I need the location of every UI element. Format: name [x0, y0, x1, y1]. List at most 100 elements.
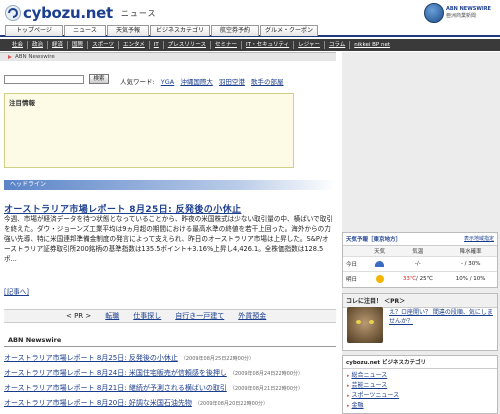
region-select-link[interactable]: 表示地域指定 — [464, 235, 494, 243]
pr-label: < PR > — [66, 312, 92, 320]
article-body: 今週、市場が経済データを待つ状態となっていることから、昨夜の米国株式は少ない取引… — [4, 215, 333, 263]
list-item: 芸能ニュース — [347, 381, 493, 391]
business-category-box: cybozu.net ビジネスカテゴリ 総合ニュース 芸能ニュース スポーツニュ… — [342, 355, 498, 414]
popular-keywords: 人気ワード: YGA 沖縄国際大 羽田空港 歌手の部屋 — [120, 76, 283, 86]
rain-icon — [375, 260, 385, 267]
category-box-title: cybozu.net ビジネスカテゴリ — [343, 356, 497, 369]
nav-international[interactable]: 国際 — [68, 41, 89, 49]
related-link-job-search[interactable]: 仕事探し — [133, 311, 161, 321]
news-link[interactable]: オーストラリア市場レポート 8月20日: 好調な米国石油先物 — [4, 399, 192, 407]
keyword-link-3[interactable]: 羽田空港 — [219, 78, 245, 86]
search-input[interactable] — [4, 74, 84, 84]
breadcrumb: ABN Newswire — [0, 52, 336, 61]
category-nav: 社会 政治 経済 国際 スポーツ エンタメ IT プレスリリース セミナー IT… — [0, 39, 500, 51]
news-link[interactable]: オーストラリア市場レポート 8月24日: 米国住宅販売が信頼感を後押し — [4, 369, 227, 377]
badge-line-1: ABN NEWSWIRE — [446, 6, 491, 12]
tab-air-tickets[interactable]: 航空券予約 — [211, 25, 259, 36]
weather-col-rain: 降水確率 — [444, 245, 497, 257]
pr-box: コレに注目！ ＜PR＞ え？ロ座開い？ 間違の段順、気にしませんか？ — [342, 293, 498, 351]
search-button[interactable]: 検索 — [89, 74, 109, 84]
nav-it[interactable]: IT — [150, 41, 164, 49]
weather-col-day — [343, 245, 368, 257]
headline-bar: ヘッドライン — [4, 180, 336, 190]
weather-row-today: 今日 -/- - / 30% — [343, 256, 497, 272]
category-list: 総合ニュース 芸能ニュース スポーツニュース 金融 — [343, 369, 497, 413]
tab-weather[interactable]: 天気予報 — [107, 25, 149, 36]
site-logo[interactable]: cybozu.net ニュース — [5, 2, 165, 24]
weather-header: 天気予報［東京地方］ 表示地域指定 — [343, 233, 497, 245]
nav-sports[interactable]: スポーツ — [88, 41, 119, 49]
logo-text: cybozu.net — [23, 4, 113, 22]
badge-text: ABN NEWSWIRE 亜洲商業新聞 — [446, 6, 491, 20]
weather-temp: -/- — [391, 256, 445, 272]
globe-icon — [424, 3, 444, 23]
nav-society[interactable]: 社会 — [8, 41, 29, 49]
nav-economy[interactable]: 経済 — [48, 41, 69, 49]
weather-day: 明日 — [343, 271, 368, 286]
abn-newswire-badge[interactable]: ABN NEWSWIRE 亜洲商業新聞 — [424, 2, 498, 24]
list-item: オーストラリア市場レポート 8月21日: 継続が予測される横ばいの取引 （2009… — [4, 383, 336, 398]
temp-low: / 25℃ — [416, 276, 433, 282]
nav-leisure[interactable]: レジャー — [294, 41, 325, 49]
tab-gourmet-coupon[interactable]: グルメ・クーポン — [260, 25, 318, 36]
list-item: オーストラリア市場レポート 8月25日: 反発後の小休止 （2009年08月25日… — [4, 353, 336, 368]
temp-low: -/- — [414, 261, 421, 267]
weather-row-tomorrow: 明日 33℃/ 25℃ 10% / 10% — [343, 271, 497, 286]
cat-eye-icon — [369, 320, 374, 324]
tab-news[interactable]: ニュース — [64, 25, 106, 36]
related-link-job-change[interactable]: 転職 — [105, 311, 119, 321]
list-item: オーストラリア市場レポート 8月24日: 米国住宅販売が信頼感を後押し （2009… — [4, 368, 336, 383]
weather-col-weather: 天気 — [367, 245, 392, 257]
category-link[interactable]: 金融 — [352, 402, 364, 409]
weather-icon-cell — [367, 271, 392, 286]
breadcrumb-label[interactable]: ABN Newswire — [15, 54, 55, 60]
tab-top[interactable]: トップページ — [5, 25, 63, 36]
weather-rain: - / 30% — [444, 256, 497, 272]
list-item: 金融 — [347, 401, 493, 411]
section-name: ニュース — [120, 8, 157, 18]
pr-box-link[interactable]: え？ロ座開い？ 間違の段順、気にしませんか？ — [389, 308, 495, 326]
list-item: オーストラリア市場レポート 8月20日: 好調な米国石油先物 （2009年08月2… — [4, 398, 336, 413]
weather-icon-cell — [367, 256, 392, 272]
popular-label: 人気ワード: — [120, 78, 155, 86]
logo-icon — [5, 5, 21, 21]
nav-it-security[interactable]: IT・セキュリティ — [242, 41, 295, 49]
sun-icon — [375, 275, 384, 283]
news-link[interactable]: オーストラリア市場レポート 8月25日: 反発後の小休止 — [4, 354, 178, 362]
keyword-link-4[interactable]: 歌手の部屋 — [251, 78, 284, 86]
weather-temp: 33℃/ 25℃ — [391, 271, 445, 286]
cat-eye-icon — [356, 320, 361, 324]
tab-business-category[interactable]: ビジネスカテゴリ — [150, 25, 210, 36]
news-link[interactable]: オーストラリア市場レポート 8月21日: 継続が予測される横ばいの取引 — [4, 384, 227, 392]
weather-widget: 天気予報［東京地方］ 表示地域指定 天気 気温 降水確率 今日 -/- - / … — [342, 232, 498, 288]
keyword-link-2[interactable]: 沖縄国際大 — [180, 78, 213, 86]
abn-section-title: ABN Newswire — [4, 336, 336, 347]
weather-table: 天気 気温 降水確率 今日 -/- - / 30% 明日 33℃/ 25℃ 10… — [343, 245, 497, 286]
weather-title: 天気予報［東京地方］ — [346, 237, 402, 243]
nav-press-release[interactable]: プレスリリース — [164, 41, 212, 49]
nav-column[interactable]: コラム — [325, 41, 351, 49]
pr-box-title: コレに注目！ ＜PR＞ — [343, 294, 497, 308]
arrow-right-icon — [8, 55, 12, 59]
list-item: 総合ニュース — [347, 371, 493, 381]
category-link[interactable]: 総合ニュース — [352, 372, 388, 379]
search-form: 検索 — [4, 74, 109, 84]
news-date: （2009年08月24日22時00分） — [229, 371, 304, 377]
related-link-fx-deposit[interactable]: 外貨預金 — [238, 311, 266, 321]
read-more-link[interactable]: [記事へ] — [4, 286, 29, 296]
nav-entertainment[interactable]: エンタメ — [119, 41, 150, 49]
weather-day: 今日 — [343, 256, 368, 272]
category-link[interactable]: スポーツニュース — [352, 392, 400, 399]
weather-col-temp: 気温 — [391, 245, 445, 257]
category-link[interactable]: 芸能ニュース — [352, 382, 388, 389]
related-link-house[interactable]: 自行き一戸建て — [175, 311, 224, 321]
weather-rain: 10% / 10% — [444, 271, 497, 286]
news-date: （2009年08月20日22時00分） — [194, 401, 269, 407]
notice-box: 注目情報 — [4, 93, 294, 168]
nav-politics[interactable]: 政治 — [28, 41, 49, 49]
nav-nikkei-bp[interactable]: nikkei BP net — [350, 41, 394, 49]
keyword-link-1[interactable]: YGA — [161, 78, 174, 86]
badge-line-2: 亜洲商業新聞 — [446, 13, 477, 19]
cat-photo[interactable] — [347, 307, 383, 343]
nav-seminar[interactable]: セミナー — [211, 41, 243, 49]
